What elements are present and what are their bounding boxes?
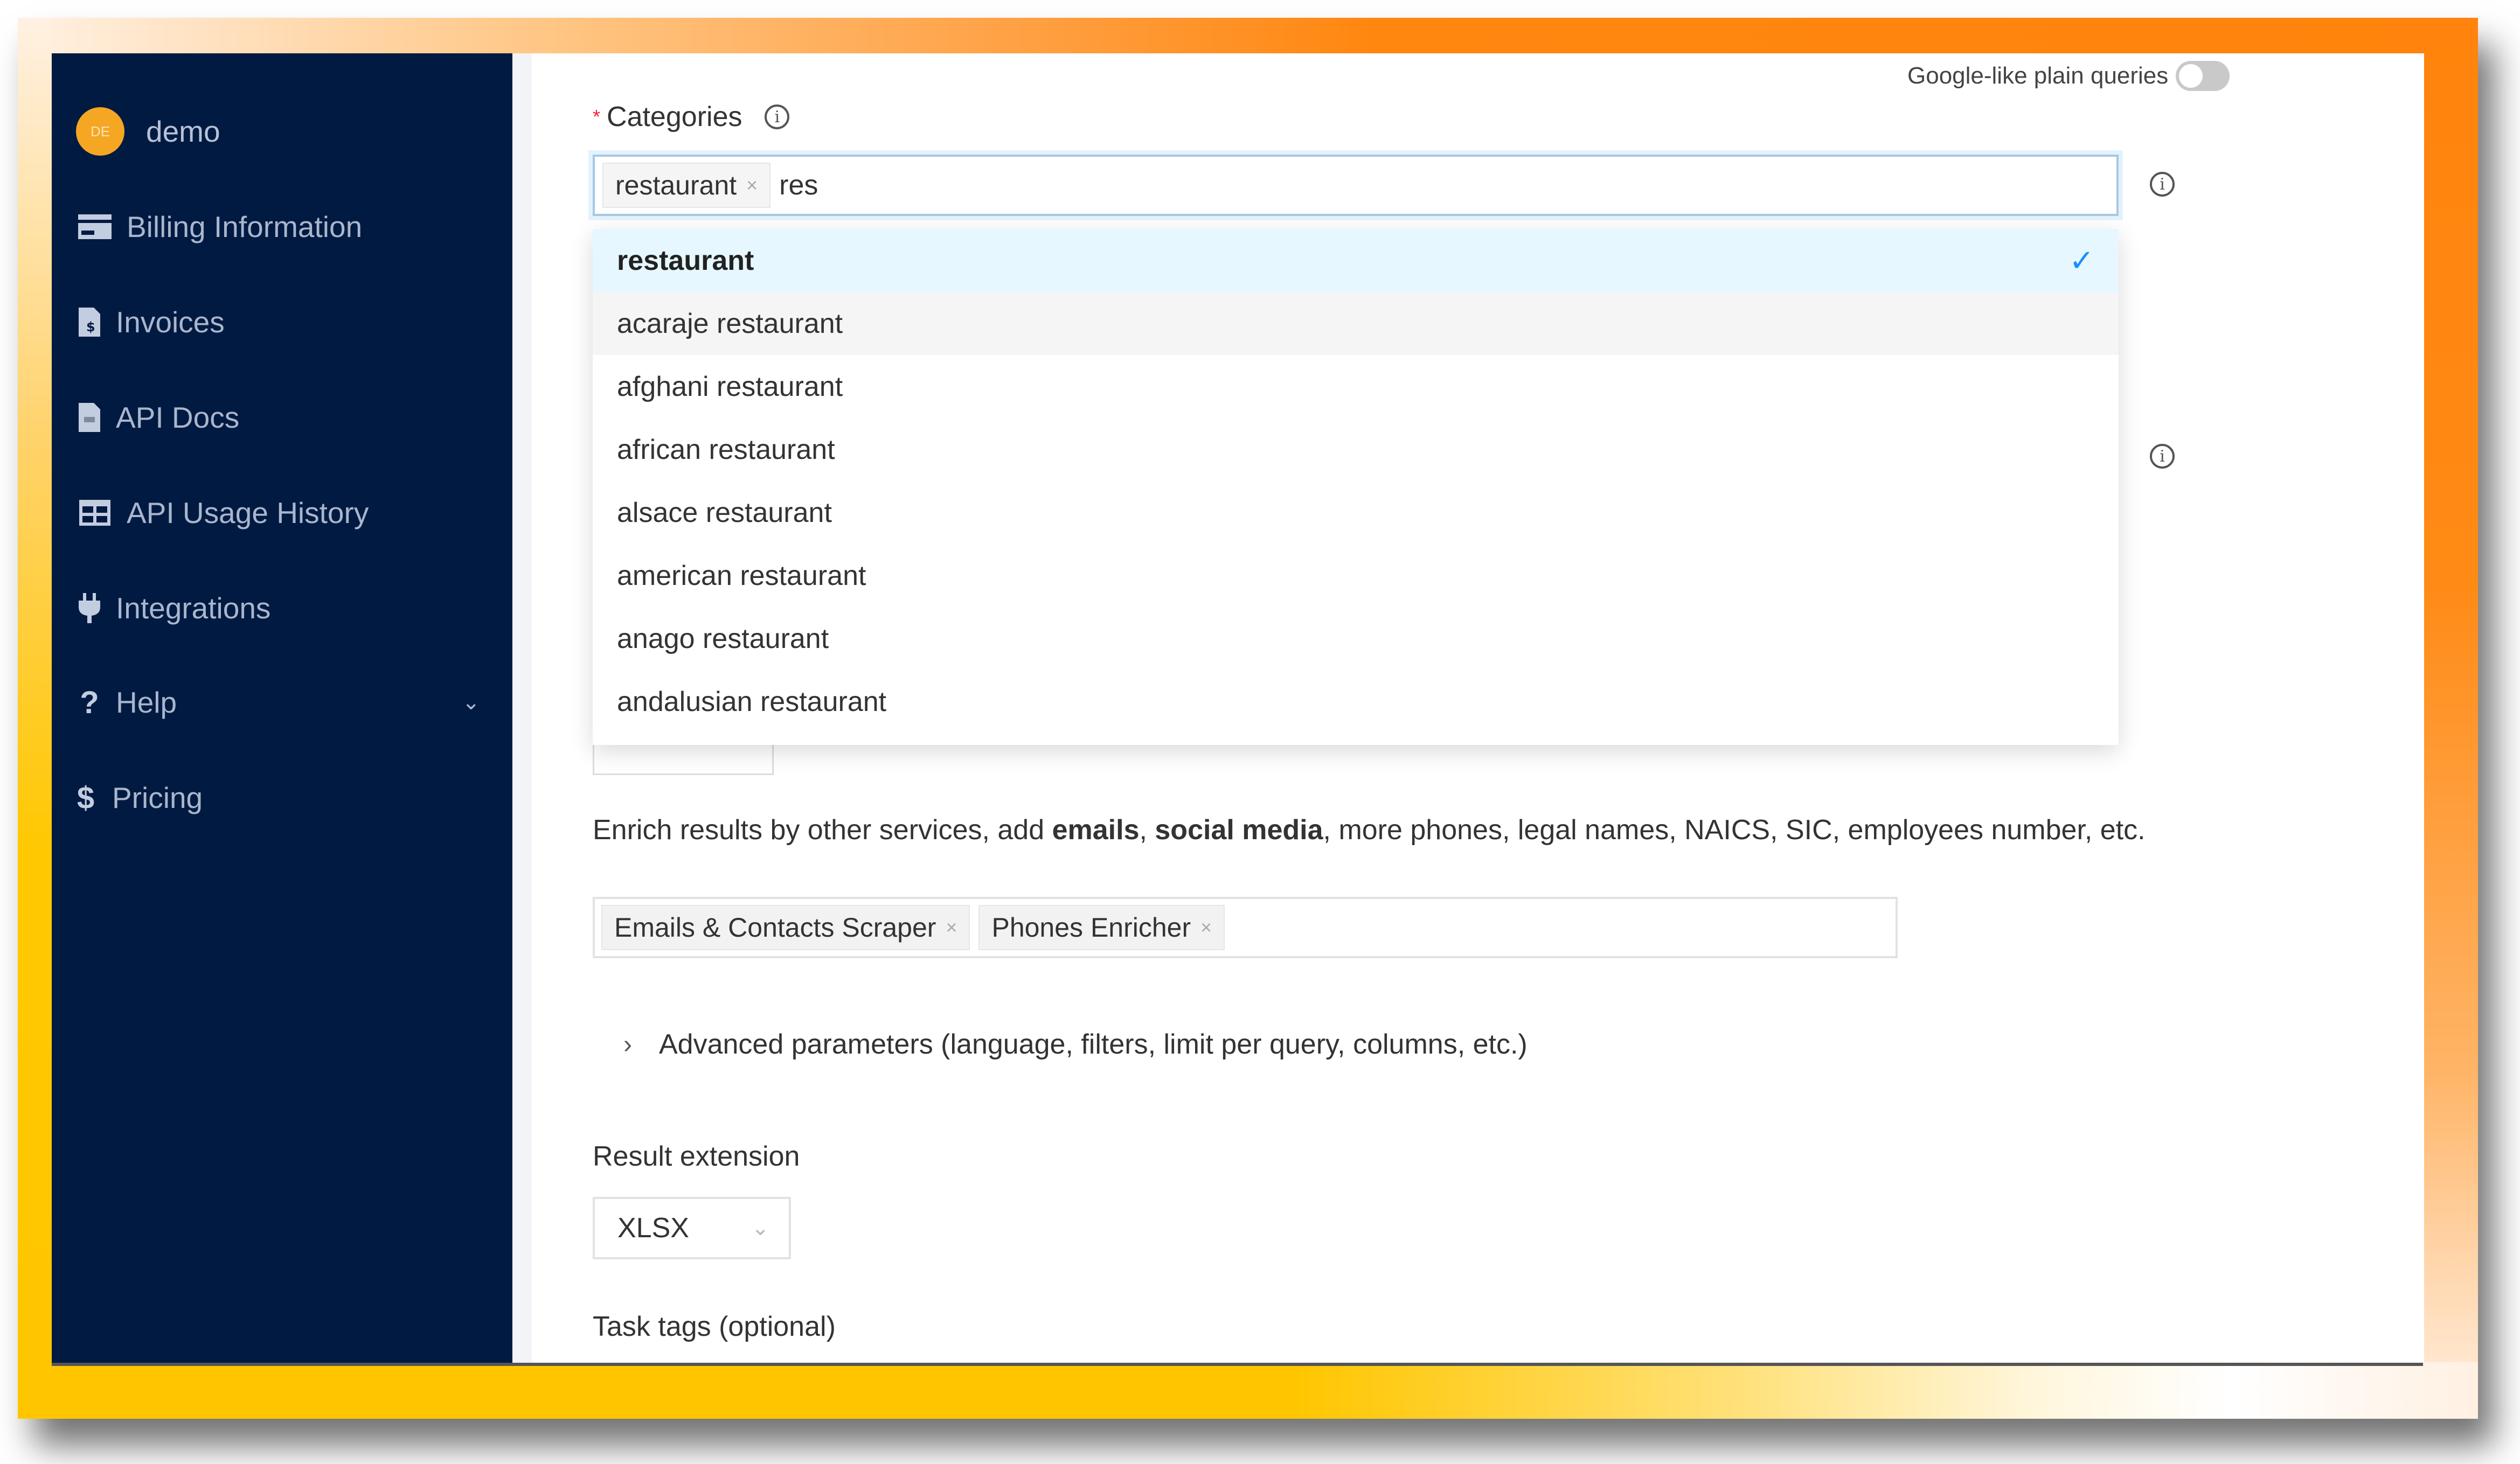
sidebar-item-label: API Docs	[116, 401, 240, 434]
avatar: DE	[76, 107, 124, 156]
option-label: afghani restaurant	[617, 371, 843, 402]
categories-select[interactable]: restaurant × res	[593, 155, 2119, 216]
sidebar-item-label: API Usage History	[127, 496, 369, 529]
sidebar-item-label: Invoices	[116, 305, 225, 339]
frame-border-left	[18, 18, 52, 1419]
enrich-bold-emails: emails	[1052, 814, 1140, 846]
enrichment-tag-label: Phones Enricher	[991, 912, 1191, 943]
enrich-sep: ,	[1139, 814, 1155, 846]
task-tags-label: Task tags (optional)	[593, 1311, 836, 1342]
remove-tag-icon[interactable]: ×	[746, 174, 758, 197]
option-label: acaraje restaurant	[617, 308, 843, 339]
option-label: american restaurant	[617, 560, 866, 591]
check-icon: ✓	[2069, 243, 2094, 277]
app-window: DE demo Billing Information $ Invoices A…	[52, 53, 2423, 1366]
sidebar-item-label: Help	[116, 686, 177, 719]
dollar-icon: $	[77, 780, 95, 815]
option-label: african restaurant	[617, 434, 835, 465]
option-label: alsace restaurant	[617, 497, 832, 528]
plain-queries-toggle-row: Google-like plain queries	[1907, 61, 2230, 91]
plain-queries-toggle[interactable]	[2176, 61, 2230, 91]
category-tag: restaurant ×	[602, 163, 771, 208]
frame-border-top	[18, 18, 2478, 53]
remove-tag-icon[interactable]: ×	[946, 916, 957, 939]
result-extension-value: XLSX	[617, 1212, 689, 1244]
frame-border-right	[2424, 18, 2478, 1419]
info-icon[interactable]: i	[765, 104, 790, 129]
categories-dropdown: restaurant ✓ acaraje restaurant afghani …	[593, 229, 2119, 745]
enrichment-tag: Emails & Contacts Scraper ×	[601, 905, 970, 950]
chevron-down-icon: ⌄	[751, 1216, 769, 1240]
option-label: anago restaurant	[617, 623, 829, 654]
chevron-down-icon: ⌄	[462, 691, 480, 714]
enrichment-tag: Phones Enricher ×	[978, 905, 1225, 950]
sidebar-item-integrations[interactable]: Integrations	[76, 581, 491, 635]
advanced-parameters-toggle[interactable]: › Advanced parameters (language, filters…	[623, 1028, 1528, 1061]
question-icon: ?	[80, 685, 99, 720]
chevron-right-icon: ›	[623, 1030, 632, 1059]
result-extension-select[interactable]: XLSX ⌄	[593, 1197, 791, 1259]
credit-card-icon	[76, 211, 114, 243]
remove-tag-icon[interactable]: ×	[1200, 916, 1212, 939]
table-icon	[76, 497, 114, 529]
sidebar-item-help[interactable]: ? Help ⌄	[76, 675, 491, 729]
categories-label: Categories	[607, 101, 742, 133]
plain-queries-label: Google-like plain queries	[1907, 62, 2169, 89]
enrich-text-after: , more phones, legal names, NAICS, SIC, …	[1323, 814, 2146, 846]
sidebar-item-label: Pricing	[112, 781, 203, 814]
categories-label-row: * Categories i	[593, 101, 790, 133]
categories-search-input[interactable]: res	[779, 169, 818, 201]
dropdown-option[interactable]: acaraje restaurant	[593, 292, 2119, 355]
required-marker: *	[593, 106, 601, 128]
advanced-parameters-label: Advanced parameters (language, filters, …	[658, 1029, 1528, 1060]
frame-border-bottom	[18, 1362, 2478, 1419]
categories-info-icon[interactable]: i	[2150, 172, 2175, 197]
sidebar-item-label: Integrations	[116, 591, 271, 625]
dropdown-option[interactable]: american restaurant	[593, 544, 2119, 607]
main-content: Google-like plain queries * Categories i…	[512, 53, 2423, 1363]
enrichments-select[interactable]: Emails & Contacts Scraper × Phones Enric…	[593, 897, 1898, 958]
sidebar: DE demo Billing Information $ Invoices A…	[52, 53, 512, 1363]
enrichment-tag-label: Emails & Contacts Scraper	[614, 912, 936, 943]
result-extension-label: Result extension	[593, 1141, 800, 1172]
dropdown-option[interactable]: restaurant ✓	[593, 229, 2119, 292]
user-name: demo	[146, 115, 220, 148]
sidebar-item-api-docs[interactable]: API Docs	[76, 391, 491, 444]
sidebar-item-api-usage-history[interactable]: API Usage History	[76, 486, 491, 540]
dropdown-option[interactable]: afghani restaurant	[593, 355, 2119, 418]
enrich-bold-social: social media	[1155, 814, 1323, 846]
category-tag-label: restaurant	[615, 170, 737, 200]
dropdown-option[interactable]: african restaurant	[593, 418, 2119, 481]
dropdown-option[interactable]: anago restaurant	[593, 607, 2119, 670]
option-label: restaurant	[617, 245, 754, 276]
dropdown-option[interactable]: andalusian restaurant	[593, 670, 2119, 733]
dropdown-option[interactable]: alsace restaurant	[593, 481, 2119, 544]
sidebar-item-pricing[interactable]: $ Pricing	[72, 771, 491, 825]
svg-text:$: $	[86, 319, 95, 334]
enrich-text: Enrich results by other services, add	[593, 814, 1052, 846]
sidebar-user[interactable]: DE demo	[76, 104, 491, 158]
sidebar-item-invoices[interactable]: $ Invoices	[76, 295, 491, 349]
document-icon	[76, 401, 103, 434]
invoice-file-icon: $	[76, 306, 103, 338]
sidebar-item-billing[interactable]: Billing Information	[76, 200, 491, 254]
field-info-icon[interactable]: i	[2150, 444, 2175, 469]
enrich-description: Enrich results by other services, add em…	[593, 814, 2146, 846]
option-label: andalusian restaurant	[617, 686, 887, 717]
sidebar-item-label: Billing Information	[127, 210, 363, 243]
plug-icon	[76, 592, 103, 624]
